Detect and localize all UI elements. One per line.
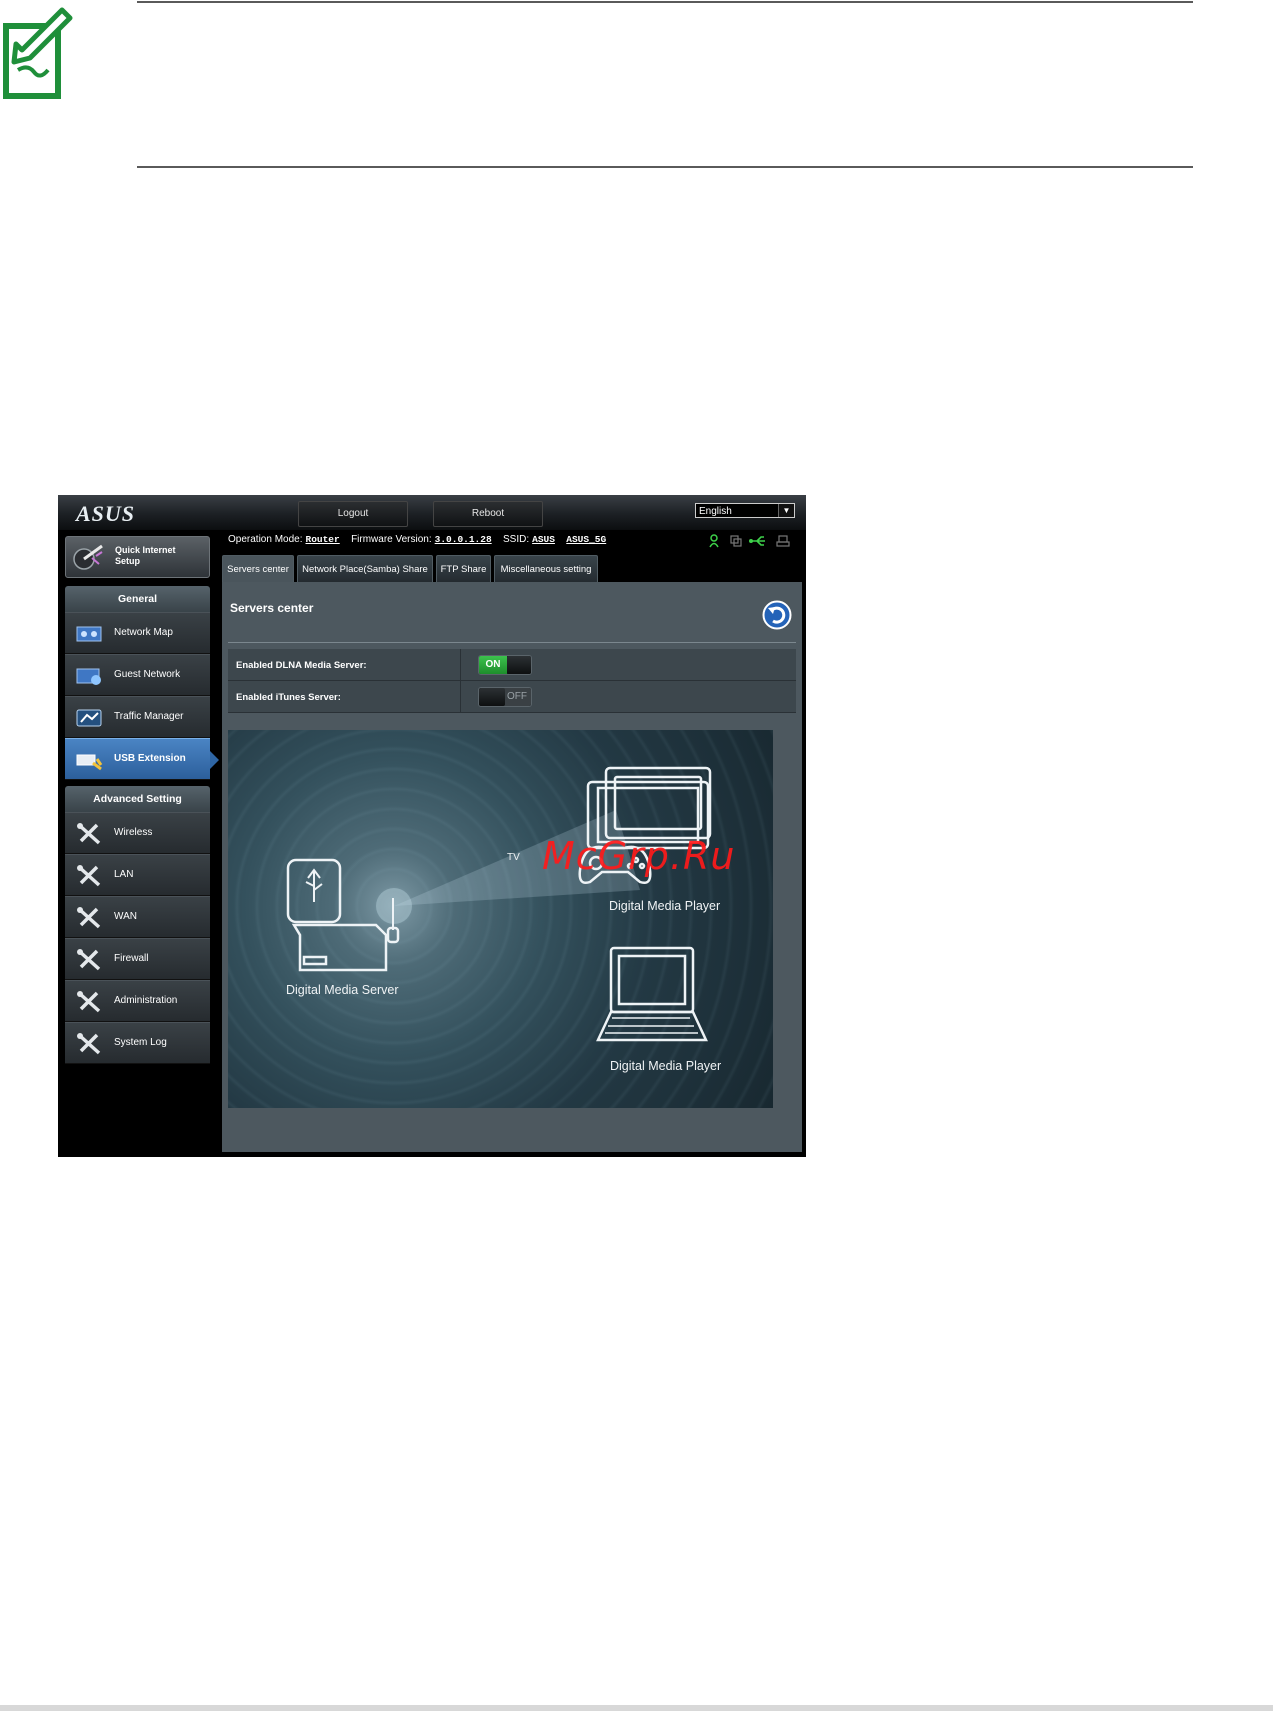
language-select[interactable]: English ▼ — [695, 503, 795, 518]
nav-label: Wireless — [114, 827, 153, 838]
usb-drive-icon — [286, 858, 342, 924]
media-server-diagram: TV Digital Media Player Digital Media Se… — [228, 730, 773, 1108]
quick-setup-label-2: Setup — [115, 556, 141, 566]
ssid-link-2[interactable]: ASUS_5G — [566, 534, 606, 545]
divider — [228, 642, 796, 643]
router-screenshot: ASUS Logout Reboot English ▼ Quick Inter… — [58, 495, 806, 1157]
nav-label: Guest Network — [114, 669, 181, 680]
ssid-label: SSID: — [503, 534, 530, 545]
general-header: General — [65, 586, 210, 612]
tab-ftp-share[interactable]: FTP Share — [436, 555, 491, 582]
traffic-manager-icon — [76, 709, 102, 727]
laptop-icon — [596, 946, 708, 1042]
tv-label: TV — [507, 852, 520, 863]
nav-label: Firewall — [114, 953, 149, 964]
player-label-1: Digital Media Player — [609, 899, 721, 913]
player-label-2: Digital Media Player — [610, 1059, 722, 1073]
op-mode-label: Operation Mode: — [228, 534, 303, 545]
nav-item-usb-extension[interactable]: USB Extension — [65, 738, 219, 780]
page-title: Servers center — [230, 601, 314, 615]
wand-icon — [73, 544, 103, 570]
op-mode-link[interactable]: Router — [306, 534, 340, 545]
usb-icon[interactable] — [749, 536, 765, 546]
nav-label: System Log — [114, 1037, 167, 1048]
tools-icon — [77, 823, 101, 845]
nav-label: Traffic Manager — [114, 711, 184, 722]
nav-item-lan[interactable]: LAN — [65, 854, 210, 896]
back-arrow-icon[interactable] — [762, 600, 792, 630]
advanced-setting-header: Advanced Setting — [65, 786, 210, 812]
logout-button[interactable]: Logout — [298, 501, 408, 527]
bottom-rule — [137, 166, 1193, 168]
language-value: English — [699, 506, 732, 517]
tools-icon — [77, 907, 101, 929]
nav-item-system-log[interactable]: System Log — [65, 1022, 210, 1064]
network-map-icon — [76, 626, 102, 642]
tools-icon — [77, 865, 101, 887]
sidebar: Quick Internet Setup General Network Map… — [58, 530, 219, 1157]
dlna-label: Enabled DLNA Media Server: — [236, 660, 367, 671]
nav-label: USB Extension — [114, 753, 186, 764]
status-icons — [709, 534, 790, 548]
toggle-off-text: OFF — [503, 688, 531, 706]
top-header: ASUS Logout Reboot English ▼ — [58, 495, 806, 530]
toggle-on-text: ON — [479, 656, 507, 674]
tools-icon — [77, 949, 101, 971]
toggle-knob — [479, 688, 505, 706]
firmware-link[interactable]: 3.0.0.1.28 — [435, 534, 492, 545]
dlna-toggle[interactable]: ON — [478, 655, 532, 675]
nav-item-administration[interactable]: Administration — [65, 980, 210, 1022]
page-bottom-bar — [0, 1705, 1273, 1711]
nav-label: WAN — [114, 911, 137, 922]
nav-label: Administration — [114, 995, 178, 1006]
nav-item-firewall[interactable]: Firewall — [65, 938, 210, 980]
watermark-text: McGrp.Ru — [542, 834, 736, 878]
chevron-down-icon: ▼ — [778, 504, 794, 517]
itunes-label: Enabled iTunes Server: — [236, 692, 341, 703]
note-icon — [3, 7, 73, 99]
quick-internet-setup-button[interactable]: Quick Internet Setup — [65, 536, 210, 578]
nav-item-guest-network[interactable]: Guest Network — [65, 654, 210, 696]
copy-icon[interactable] — [730, 535, 742, 547]
tab-servers-center[interactable]: Servers center — [222, 555, 294, 582]
usb-extension-icon — [76, 754, 103, 771]
nav-item-wan[interactable]: WAN — [65, 896, 210, 938]
itunes-toggle[interactable]: OFF — [478, 687, 532, 707]
nav-item-wireless[interactable]: Wireless — [65, 812, 210, 854]
guest-network-icon — [76, 668, 101, 685]
tools-icon — [77, 991, 101, 1013]
tab-network-place-samba-share[interactable]: Network Place(Samba) Share — [297, 555, 433, 582]
status-bar: Operation Mode: Router Firmware Version: 3… — [228, 534, 698, 550]
ssid-link-1[interactable]: ASUS — [532, 534, 555, 545]
nav-item-traffic-manager[interactable]: Traffic Manager — [65, 696, 210, 738]
client-icon[interactable] — [709, 534, 719, 548]
nav-item-network-map[interactable]: Network Map — [65, 612, 210, 654]
nav-label: Network Map — [114, 627, 173, 638]
nav-label: LAN — [114, 869, 134, 880]
setting-row-dlna: Enabled DLNA Media Server: ON — [228, 649, 796, 681]
setting-row-itunes: Enabled iTunes Server: OFF — [228, 681, 796, 713]
diagram-graphics — [286, 766, 712, 1042]
quick-setup-label-1: Quick Internet — [115, 545, 176, 555]
firmware-label: Firmware Version: — [351, 534, 432, 545]
tools-icon — [77, 1033, 101, 1055]
reboot-button[interactable]: Reboot — [433, 501, 543, 527]
server-label: Digital Media Server — [286, 983, 399, 997]
asus-logo: ASUS — [76, 501, 136, 526]
printer-icon[interactable] — [776, 535, 790, 547]
tab-miscellaneous-setting[interactable]: Miscellaneous setting — [494, 555, 598, 582]
toggle-knob — [507, 656, 531, 674]
top-rule — [137, 1, 1193, 3]
